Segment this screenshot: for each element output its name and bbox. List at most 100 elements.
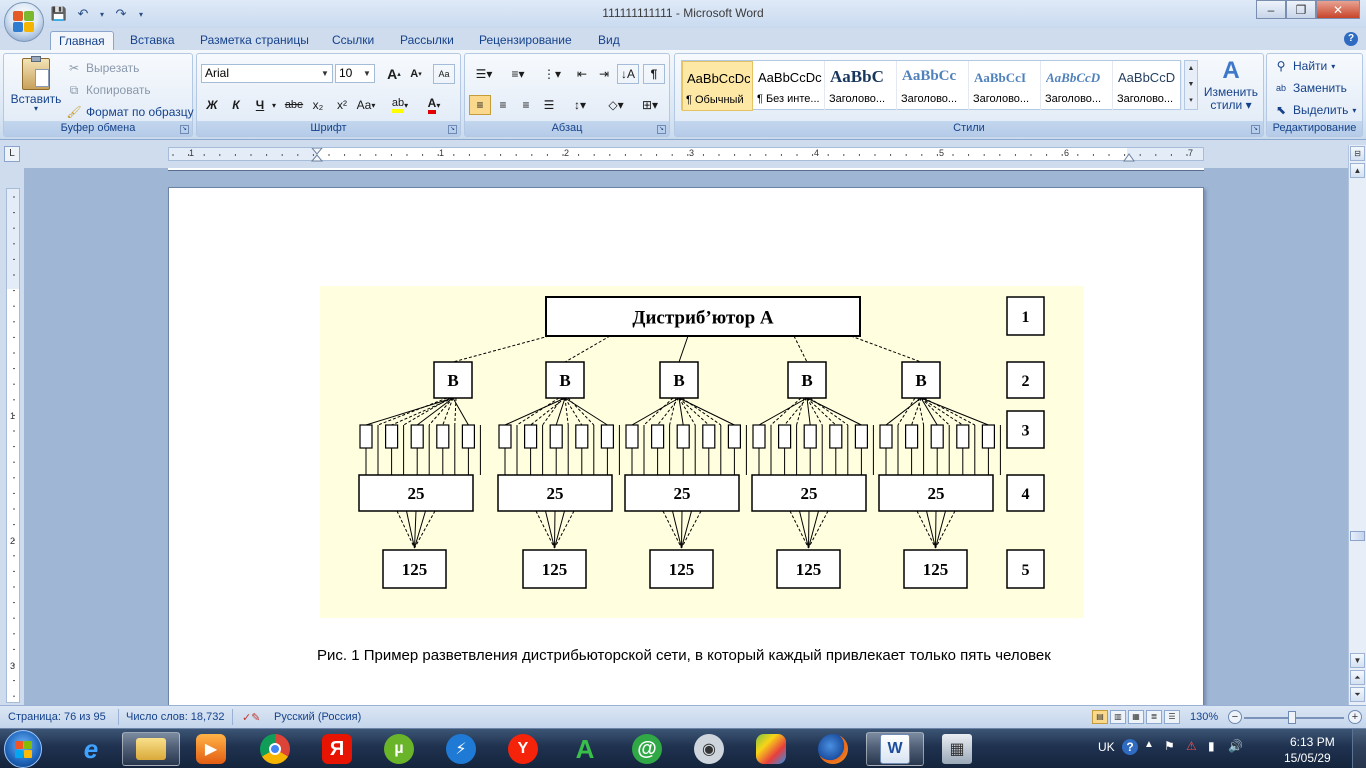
style-no-spacing[interactable]: AaBbCcDc ¶ Без инте... (754, 61, 825, 111)
clipboard-launcher-icon[interactable]: ↘ (180, 125, 189, 134)
horizontal-ruler[interactable]: 1 1 2 3 4 5 6 7 (168, 147, 1204, 162)
decrease-indent-icon[interactable]: ⇤ (571, 64, 593, 84)
office-button[interactable] (4, 2, 44, 42)
tab-home[interactable]: Главная (50, 31, 114, 50)
font-size-combo[interactable]: 10 ▼ (335, 64, 375, 83)
scroll-up-icon[interactable]: ▲ (1350, 163, 1365, 178)
italic-button[interactable]: К (225, 95, 247, 115)
style-heading-4[interactable]: AaBbCcD Заголово... (1042, 61, 1113, 111)
format-painter-button[interactable]: 🖌 Формат по образцу (66, 104, 193, 120)
vertical-ruler[interactable]: 1 2 3 (6, 188, 20, 703)
tab-view[interactable]: Вид (590, 31, 628, 50)
start-button[interactable] (4, 730, 42, 768)
next-page-icon[interactable]: ⏷ (1350, 687, 1365, 702)
increase-indent-icon[interactable]: ⇥ (593, 64, 615, 84)
bold-button[interactable]: Ж (201, 95, 223, 115)
taskbar-mail[interactable]: @ (618, 732, 676, 766)
multilevel-list-icon[interactable]: ⋮▾ (537, 64, 567, 84)
tab-references[interactable]: Ссылки (324, 31, 382, 50)
show-desktop-button[interactable] (1352, 729, 1366, 768)
word-count[interactable]: Число слов: 18,732 (126, 711, 224, 723)
scroll-down-icon[interactable]: ▼ (1350, 653, 1365, 668)
taskbar-yandex-browser[interactable]: Y (494, 732, 552, 766)
close-button[interactable]: ✕ (1316, 0, 1360, 19)
copy-button[interactable]: ⧉ Копировать (66, 82, 151, 98)
subscript-button[interactable]: x₂ (307, 95, 329, 115)
align-center-icon[interactable]: ≡ (492, 95, 514, 115)
volume-icon[interactable]: 🔊 (1228, 739, 1243, 753)
taskbar-speed[interactable]: ⚡ (432, 732, 490, 766)
vertical-scrollbar[interactable]: ⊟ ▲ ▼ ⏶ ⏷ (1348, 145, 1366, 705)
input-language[interactable]: UK (1098, 740, 1115, 754)
right-indent-marker[interactable] (1123, 153, 1135, 162)
shrink-font-button[interactable]: A ▾ (405, 64, 427, 84)
action-center-icon[interactable]: ⚠ (1186, 739, 1197, 753)
bullets-icon[interactable]: ☰▾ (469, 64, 499, 84)
align-left-icon[interactable]: ≡ (469, 95, 491, 115)
highlight-button[interactable]: ab ▾ (389, 95, 411, 115)
taskbar-calculator[interactable]: ▦ (928, 732, 986, 766)
draft-view-icon[interactable]: ☰ (1164, 710, 1180, 724)
help-tray-icon[interactable]: ? (1122, 739, 1138, 755)
paragraph-launcher-icon[interactable]: ↘ (657, 125, 666, 134)
show-formatting-button[interactable]: ¶ (643, 64, 665, 84)
font-name-combo[interactable]: Arial ▼ (201, 64, 333, 83)
clear-formatting-icon[interactable]: Aa (433, 64, 455, 84)
tab-insert[interactable]: Вставка (122, 31, 183, 50)
tray-expand-icon[interactable]: ▲ (1144, 739, 1154, 750)
zoom-level[interactable]: 130% (1190, 711, 1218, 723)
change-case-button[interactable]: Aa ▾ (355, 95, 377, 115)
zoom-in-icon[interactable]: + (1348, 710, 1362, 724)
distributor-diagram[interactable]: Дистриб’ютор А 1 2 3 4 5 В 25 125 В 25 125 В 25 125 В 25… (320, 286, 1084, 618)
print-layout-view-icon[interactable]: ▤ (1092, 710, 1108, 724)
shading-icon[interactable]: ◇▾ (601, 95, 631, 115)
styles-launcher-icon[interactable]: ↘ (1251, 125, 1260, 134)
taskbar-chrome[interactable] (246, 732, 304, 766)
tab-review[interactable]: Рецензирование (471, 31, 580, 50)
style-heading-3[interactable]: AaBbCcI Заголово... (970, 61, 1041, 111)
taskbar-explorer[interactable] (122, 732, 180, 766)
tab-stop-selector-icon[interactable]: L (4, 146, 20, 162)
style-heading-2[interactable]: AaBbCc Заголово... (898, 61, 969, 111)
zoom-slider-thumb[interactable] (1288, 711, 1296, 724)
outline-view-icon[interactable]: ≣ (1146, 710, 1162, 724)
taskbar-acrobat[interactable]: A (556, 732, 614, 766)
replace-button[interactable]: ab Заменить (1273, 80, 1347, 96)
tab-page-layout[interactable]: Разметка страницы (192, 31, 317, 50)
taskbar-word[interactable]: W (866, 732, 924, 766)
style-heading-5[interactable]: AaBbCcD Заголово... (1114, 61, 1182, 111)
font-name-dropdown-icon[interactable]: ▼ (319, 66, 331, 81)
line-spacing-icon[interactable]: ↕▾ (565, 95, 595, 115)
grow-font-button[interactable]: A ▴ (383, 64, 405, 84)
taskbar-yandex[interactable]: Я (308, 732, 366, 766)
underline-dropdown-icon[interactable]: ▾ (269, 95, 279, 115)
battery-icon[interactable]: ▮ (1208, 739, 1215, 753)
justify-icon[interactable]: ☰ (538, 95, 560, 115)
font-launcher-icon[interactable]: ↘ (448, 125, 457, 134)
spelling-check-icon[interactable]: ✓✎ (242, 711, 260, 724)
page-indicator[interactable]: Страница: 76 из 95 (8, 711, 106, 723)
cut-button[interactable]: ✂ Вырезать (66, 60, 139, 76)
document-page[interactable]: Дистриб’ютор А 1 2 3 4 5 В 25 125 В 25 125 В 25 125 В 25… (168, 187, 1204, 705)
tab-mailings[interactable]: Рассылки (392, 31, 462, 50)
taskbar-camera[interactable]: ◉ (680, 732, 738, 766)
previous-page-icon[interactable]: ⏶ (1350, 670, 1365, 685)
underline-button[interactable]: Ч (249, 95, 271, 115)
network-icon[interactable]: ⚑ (1164, 739, 1175, 753)
font-color-button[interactable]: A ▾ (423, 95, 445, 115)
language-indicator[interactable]: Русский (Россия) (274, 711, 361, 723)
paste-button[interactable]: Вставить ▾ (10, 56, 62, 113)
full-screen-reading-icon[interactable]: ▥ (1110, 710, 1126, 724)
taskbar-media-player[interactable]: ▶ (182, 732, 240, 766)
change-styles-button[interactable]: A Изменить стили ▾ (1202, 56, 1260, 112)
style-heading-1[interactable]: AaBbC Заголово... (826, 61, 897, 111)
help-icon[interactable]: ? (1344, 32, 1358, 46)
taskbar-ie[interactable]: e (62, 732, 120, 766)
find-button[interactable]: ⚲ Найти ▾ (1273, 58, 1336, 74)
clock-date[interactable]: 15/05/29 (1284, 751, 1331, 765)
style-normal[interactable]: AaBbCcDc ¶ Обычный (682, 61, 753, 111)
superscript-button[interactable]: x² (331, 95, 353, 115)
maximize-button[interactable]: ❐ (1286, 0, 1316, 19)
select-button[interactable]: ⬉ Выделить ▾ (1273, 102, 1356, 118)
clock-time[interactable]: 6:13 PM (1290, 735, 1335, 749)
